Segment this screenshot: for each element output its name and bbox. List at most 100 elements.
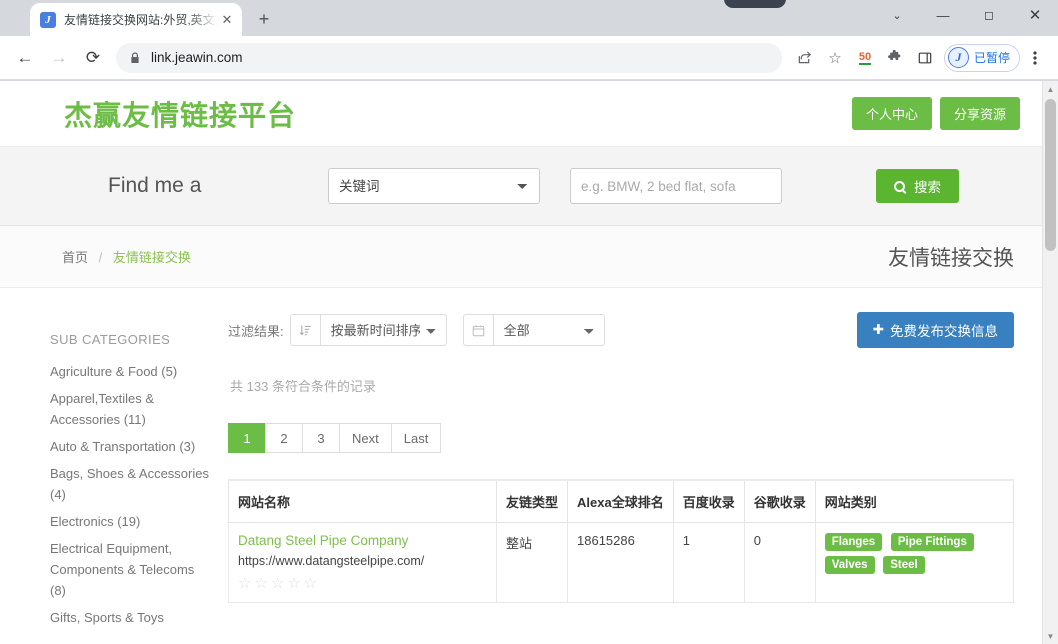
title-bar: J 友情链接交换网站:外贸,英文,谷歌 ✕ + ⌄ — ◻ ✕ [0,0,1058,36]
publish-button-label: 免费发布交换信息 [890,324,998,339]
column-site-category: 网站类别 [814,479,1015,523]
cell-baidu-index: 1 [672,522,745,603]
publish-exchange-button[interactable]: ✚ 免费发布交换信息 [856,312,1014,348]
calendar-icon[interactable] [462,314,493,346]
extension-badge-label: 50 [858,50,872,65]
extension-pill-label: 已暂停 [973,51,1010,65]
chevron-down-icon[interactable]: ⌄ [874,0,920,30]
sidebar-item-agriculture[interactable]: Agriculture & Food (5) [50,361,210,382]
category-tag[interactable]: Steel [883,556,925,574]
sort-control: 按最新时间排序 [289,314,447,346]
address-bar[interactable]: link.jeawin.com [116,42,782,73]
category-tag[interactable]: Flanges [824,533,883,551]
forward-icon[interactable]: → [42,41,76,75]
table-body: Datang Steel Pipe Company https://www.da… [228,522,1015,603]
sidebar-item-bags[interactable]: Bags, Shoes & Accessories (4) [50,463,210,505]
minimize-icon[interactable]: — [920,0,966,30]
window-controls: ⌄ — ◻ ✕ [874,0,1058,30]
page-1-button[interactable]: 1 [228,423,266,453]
sidebar-item-apparel[interactable]: Apparel,Textiles & Accessories (11) [50,388,210,430]
column-link-type: 友链类型 [495,479,569,523]
side-panel-icon[interactable] [910,43,940,73]
scroll-down-icon[interactable]: ▼ [1043,628,1058,644]
url-text: link.jeawin.com [151,50,243,65]
date-select[interactable]: 全部 [492,314,605,346]
page-next-button[interactable]: Next [339,423,392,453]
close-icon[interactable]: ✕ [218,11,236,29]
extension-status-pill[interactable]: J 已暂停 [943,43,1020,72]
extension-badge-icon[interactable]: 50 [850,43,880,73]
puzzle-extensions-icon[interactable] [880,43,910,73]
cell-site-name: Datang Steel Pipe Company https://www.da… [228,522,497,603]
share-icon[interactable] [790,43,820,73]
column-alexa-rank: Alexa全球排名 [567,479,674,523]
window-close-icon[interactable]: ✕ [1012,0,1058,30]
reload-icon[interactable]: ⟳ [76,41,110,75]
find-me-a-label: Find me a [108,174,202,197]
sidebar-item-electrical[interactable]: Electrical Equipment, Components & Telec… [50,538,210,601]
page-last-button[interactable]: Last [390,423,442,453]
page-title: 友情链接交换 [888,246,1014,270]
cell-link-type: 整站 [495,522,569,603]
page-3-button[interactable]: 3 [302,423,340,453]
filter-toolbar: 过滤结果: 按最新时间排序 全部 ✚ 免费发布交换信息 [228,312,1014,348]
browser-tab[interactable]: J 友情链接交换网站:外贸,英文,谷歌 ✕ [30,3,242,36]
table-row: Datang Steel Pipe Company https://www.da… [228,522,1015,603]
rating-stars[interactable]: ☆☆☆☆☆ [238,574,487,592]
sidebar: SUB CATEGORIES Agriculture & Food (5) Ap… [50,312,210,635]
browser-menu-icon[interactable] [1020,43,1050,73]
new-tab-button[interactable]: + [250,5,278,33]
web-page: 杰赢友情链接平台 个人中心 分享资源 Find me a 关键词 搜索 首页 / [0,81,1042,644]
search-category-select[interactable]: 关键词 [328,168,540,204]
site-name-link[interactable]: Datang Steel Pipe Company [238,533,487,548]
lock-icon [128,51,142,64]
search-button[interactable]: 搜索 [876,169,959,203]
scrollbar-thumb[interactable] [1045,99,1056,251]
page-scrollbar[interactable]: ▲ ▼ [1042,81,1058,644]
scroll-up-icon[interactable]: ▲ [1043,81,1058,97]
cell-google-index: 0 [743,522,816,603]
site-url: https://www.datangsteelpipe.com/ [238,554,425,568]
sidebar-item-auto[interactable]: Auto & Transportation (3) [50,436,210,457]
breadcrumb: 首页 / 友情链接交换 [62,247,191,266]
page-viewport: 杰赢友情链接平台 个人中心 分享资源 Find me a 关键词 搜索 首页 / [0,81,1058,644]
browser-window: J 友情链接交换网站:外贸,英文,谷歌 ✕ + ⌄ — ◻ ✕ ← → ⟳ li… [0,0,1058,644]
user-center-button[interactable]: 个人中心 [851,97,932,130]
breadcrumb-home[interactable]: 首页 [62,250,88,265]
category-tag[interactable]: Pipe Fittings [890,533,974,551]
results-count: 共 133 条符合条件的记录 [230,379,376,394]
filter-label: 过滤结果: [228,323,284,339]
sort-select[interactable]: 按最新时间排序 [319,314,447,346]
tab-title: 友情链接交换网站:外贸,英文,谷歌 [64,13,218,27]
back-icon[interactable]: ← [8,41,42,75]
results-table: 网站名称 友链类型 Alexa全球排名 百度收录 谷歌收录 网站类别 Datan… [228,479,1015,603]
search-input[interactable] [570,168,782,204]
cell-site-category: Flanges Pipe Fittings Valves Steel [814,522,1015,603]
window-drag-pill[interactable] [724,0,786,8]
category-tag[interactable]: Valves [824,556,875,574]
maximize-icon[interactable]: ◻ [966,0,1012,30]
tab-favicon-icon: J [40,11,56,28]
breadcrumb-separator: / [98,250,103,265]
page-2-button[interactable]: 2 [265,423,303,453]
share-resource-button[interactable]: 分享资源 [939,97,1020,130]
sidebar-item-electronics[interactable]: Electronics (19) [50,511,210,532]
site-header: 杰赢友情链接平台 个人中心 分享资源 [0,81,1042,147]
sort-desc-icon[interactable] [289,314,320,346]
table-header-row: 网站名称 友链类型 Alexa全球排名 百度收录 谷歌收录 网站类别 [228,479,1015,523]
breadcrumb-band: 首页 / 友情链接交换 友情链接交换 [0,226,1042,288]
search-icon [894,180,905,192]
browser-toolbar: ← → ⟳ link.jeawin.com ☆ 50 J 已暂停 [0,36,1058,80]
sidebar-item-gifts[interactable]: Gifts, Sports & Toys [50,607,210,628]
bookmark-star-icon[interactable]: ☆ [820,43,850,73]
breadcrumb-current[interactable]: 友情链接交换 [113,250,191,265]
search-button-label: 搜索 [914,180,941,195]
date-control: 全部 [462,314,605,346]
plus-icon: ✚ [872,322,884,337]
main-column: 过滤结果: 按最新时间排序 全部 ✚ 免费发布交换信息 共 133 条符合条件的… [210,312,1015,635]
table-header: 网站名称 友链类型 Alexa全球排名 百度收录 谷歌收录 网站类别 [228,479,1015,523]
extension-pill-icon: J [947,47,969,68]
pagination: 1 2 3 Next Last [228,423,1014,453]
site-logo[interactable]: 杰赢友情链接平台 [64,94,844,134]
cell-alexa-rank: 18615286 [567,522,674,603]
